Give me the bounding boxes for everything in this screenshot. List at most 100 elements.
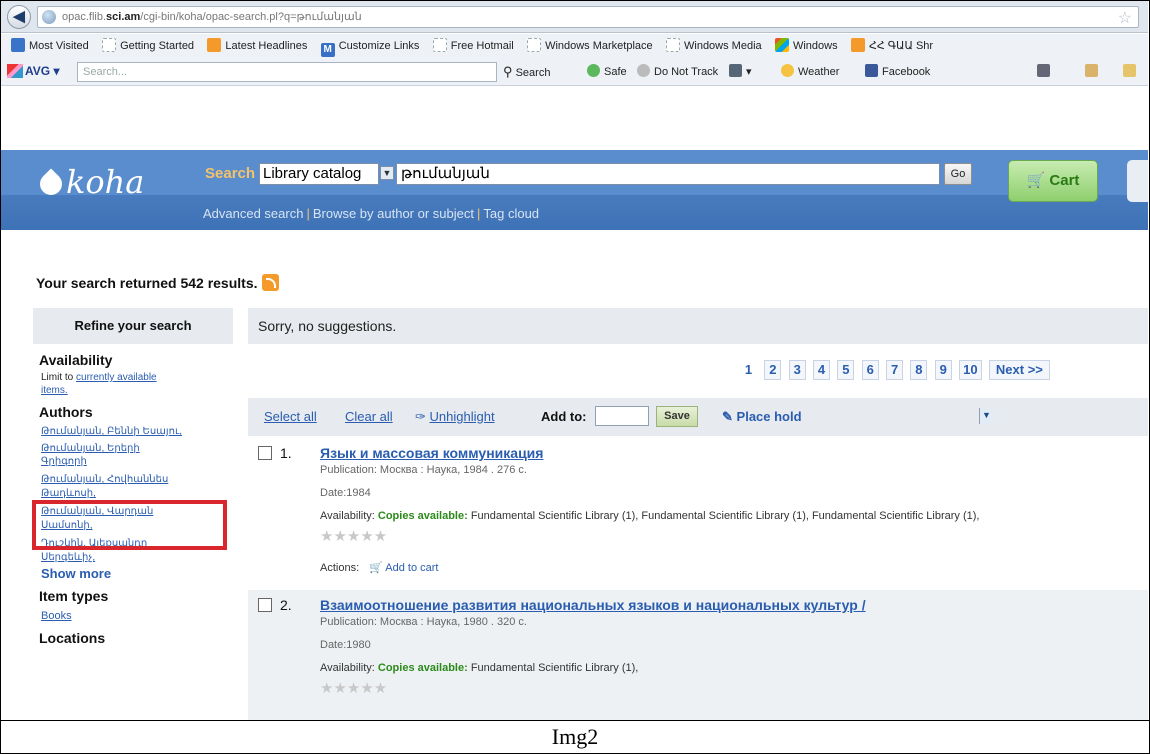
browser-address-bar: ◀ opac.flib.sci.am/cgi-bin/koha/opac-sea… [1,1,1148,33]
add-to-select[interactable]: ▼ [595,406,993,426]
limit-text: Limit to currently available [41,372,157,383]
bookmark-getting-started[interactable]: Getting Started [102,34,194,58]
cart-button[interactable]: 🛒 Cart [1008,160,1098,202]
page-link[interactable]: 3 [788,360,806,380]
result-availability: Availability: Copies available: Fundamen… [320,662,639,674]
shield-icon [587,64,600,77]
result-actions: Actions: 🛒 Add to cart [320,562,439,574]
bookmark-most-visited[interactable]: Most Visited [11,34,89,58]
avg-logo-icon [7,64,23,78]
search-input[interactable]: թումանյան [396,163,940,185]
advanced-search-link[interactable]: Advanced search [203,206,303,221]
next-header-button[interactable] [1127,160,1148,202]
browse-link[interactable]: Browse by author or subject [313,206,474,221]
eye-icon [637,64,650,77]
weather-icon [781,64,794,77]
facebook-icon [865,64,878,77]
available-items-link-cont[interactable]: items. [41,385,231,397]
facebook-button[interactable]: Facebook [865,64,930,78]
rss-icon[interactable] [261,274,279,291]
page-link[interactable]: 8 [910,360,928,380]
page-link[interactable]: 5 [837,360,855,380]
bookmark-star-icon[interactable]: ☆ [1118,8,1132,28]
go-button[interactable]: Go [944,163,972,185]
koha-logo[interactable]: koha [35,163,144,201]
page-icon [666,38,680,52]
header-links: Advanced search | Browse by author or subj… [203,206,540,221]
bookmark-windows[interactable]: Windows [774,34,838,58]
page-current: 1 [744,362,753,377]
next-page-link[interactable]: Next >> [988,360,1050,380]
m-icon: M [320,43,335,57]
search-icon: ⚲ [503,64,513,79]
place-hold-button[interactable]: ✎ Place hold [722,409,802,425]
page-link[interactable]: 4 [813,360,831,380]
avg-menu[interactable]: AVG ▾ [7,64,59,78]
results-summary: Your search returned 542 results. [36,274,279,291]
avg-toolbar: AVG ▾ Search... ⚲ Search Safe Do Not Tra… [1,58,1148,86]
page-icon [432,38,447,52]
available-items-link[interactable]: currently available [76,372,157,383]
author-link-cont[interactable]: Գրիգորի [41,456,231,468]
url-text: opac.flib.sci.am/cgi-bin/koha/opac-searc… [62,11,362,23]
show-more-link[interactable]: Show more [41,567,231,580]
result-number: 1. [280,445,292,461]
trash-menu[interactable]: ▾ [729,64,752,78]
tag-cloud-link[interactable]: Tag cloud [483,206,539,221]
authors-heading: Authors [39,404,93,420]
page-link[interactable]: 9 [934,360,952,380]
back-button[interactable]: ◀ [7,5,31,29]
bookmark-academy[interactable]: ՀՀ ԳԱԱ Shr [850,34,933,58]
author-link-cont[interactable]: Սերգեևիչ, [41,552,231,564]
koha-drop-icon [35,168,67,200]
save-button[interactable]: Save [656,406,698,427]
page-link[interactable]: 6 [861,360,879,380]
result-publication: Publication: Москва : Наука, 1980 . 320 … [320,616,527,628]
bookmark-windows-media[interactable]: Windows Media [666,34,762,58]
bookmark-customize-links[interactable]: M Customize Links [320,34,419,58]
add-to-cart-link[interactable]: 🛒 Add to cart [369,562,438,574]
catalog-select[interactable]: Library catalog [259,163,379,185]
author-link-highlighted[interactable]: Թումանյան, Հովհաննես [41,474,231,486]
item-types-heading: Item types [39,588,109,604]
result-date: Date:1980 [320,639,371,651]
author-link-highlighted-cont[interactable]: Թադևոսի, [41,488,231,500]
clear-all-link[interactable]: Clear all [345,409,393,424]
select-all-link[interactable]: Select all [264,409,317,424]
notepad-button[interactable] [1085,64,1102,78]
result-checkbox[interactable] [258,446,272,460]
folder-button[interactable] [1123,64,1140,78]
result-number: 2. [280,597,292,613]
result-title-link[interactable]: Взаимоотношение развития национальных яз… [320,597,866,613]
result-row: 2. Взаимоотношение развития национальных… [248,590,1148,720]
do-not-track-button[interactable]: Do Not Track [637,64,718,78]
figure-caption: Img2 [551,724,599,749]
pen-icon: ✑ [415,409,426,424]
weather-button[interactable]: Weather [781,64,839,78]
bookmark-windows-marketplace[interactable]: Windows Marketplace [527,34,653,58]
unhighlight-button[interactable]: ✑ Unhighlight [415,409,495,425]
globe-icon [11,38,25,52]
url-field[interactable]: opac.flib.sci.am/cgi-bin/koha/opac-searc… [37,6,1139,28]
annotation-highlight-box [32,500,227,550]
books-link[interactable]: Books [41,610,231,622]
author-link[interactable]: Թումանյան, Բեննի Եսայու, [41,426,231,438]
page-icon [102,38,117,52]
bookmark-latest-headlines[interactable]: Latest Headlines [207,34,307,58]
chevron-down-icon[interactable]: ▼ [380,166,394,180]
bookmark-free-hotmail[interactable]: Free Hotmail [432,34,514,58]
page-link[interactable]: 7 [886,360,904,380]
page-link[interactable]: 10 [959,360,982,380]
author-link[interactable]: Թումանյան, Երերի [41,443,231,455]
avg-search-input[interactable]: Search... [77,62,497,82]
result-checkbox[interactable] [258,598,272,612]
safe-button[interactable]: Safe [587,64,627,78]
calculator-button[interactable] [1037,64,1054,78]
rating-stars[interactable]: ★★★★★ [320,527,387,545]
rating-stars[interactable]: ★★★★★ [320,679,387,697]
result-publication: Publication: Москва : Наука, 1984 . 276 … [320,464,527,476]
avg-search-button[interactable]: ⚲ Search [503,64,550,80]
page-link[interactable]: 2 [764,360,782,380]
add-to-label: Add to: [541,409,587,424]
result-title-link[interactable]: Язык и массовая коммуникация [320,445,543,461]
